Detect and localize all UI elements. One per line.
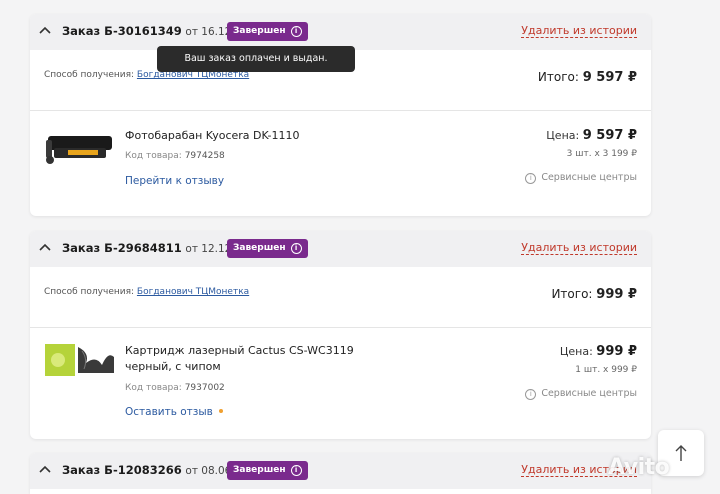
delivery-method: Способ получения: Богданович ТЦМонетка (44, 287, 250, 297)
product-code: Код товара: 7974258 (125, 151, 225, 161)
status-badge[interactable]: Завершен i (227, 461, 308, 480)
info-icon[interactable]: i (290, 26, 302, 37)
pickup-point-link[interactable]: Богданович ТЦМонетка (137, 287, 249, 297)
product-price: Цена: 999 ₽ (559, 344, 637, 359)
notification-dot (218, 409, 223, 413)
order-card: Заказ Б-30161349 от 16.12.2020 Завершен i… (30, 14, 651, 216)
product-quantity: 1 шт. х 999 ₽ (575, 365, 637, 375)
product-name[interactable]: Фотобарабан Kyocera DK-1110 (125, 128, 395, 144)
service-centers-link[interactable]: i Сервисные центры (525, 388, 637, 400)
arrow-up-icon (675, 445, 687, 461)
review-link[interactable]: Перейти к отзыву (125, 175, 224, 187)
remove-from-history-link[interactable]: Удалить из истории (521, 241, 637, 255)
status-badge[interactable]: Завершен i (227, 22, 308, 41)
order-header[interactable]: Заказ Б-30161349 от 16.12.2020 Завершен i… (30, 14, 651, 50)
review-link[interactable]: Оставить отзыв (125, 406, 223, 418)
product-name[interactable]: Картридж лазерный Cactus CS-WC3119 черны… (125, 343, 395, 375)
info-icon[interactable]: i (290, 243, 302, 254)
info-icon: i (525, 173, 537, 184)
chevron-up-icon[interactable] (39, 26, 51, 34)
product-quantity: 3 шт. х 3 199 ₽ (566, 149, 637, 159)
avito-watermark: Avito (608, 455, 670, 480)
info-icon: i (525, 389, 537, 400)
order-card: Заказ Б-29684811 от 12.12.2020 Завершен i… (30, 231, 651, 439)
order-header[interactable]: Заказ Б-29684811 от 12.12.2020 Завершен i… (30, 231, 651, 267)
order-total: Итого: 9 597 ₽ (537, 70, 637, 85)
product-price: Цена: 9 597 ₽ (546, 128, 637, 143)
product-image[interactable] (44, 128, 116, 168)
service-centers-link[interactable]: i Сервисные центры (525, 172, 637, 184)
info-icon[interactable]: i (290, 465, 302, 476)
order-header[interactable]: Заказ Б-12083266 от 08.06.2020 Завершен i… (30, 453, 651, 489)
status-tooltip: Ваш заказ оплачен и выдан. (157, 46, 355, 72)
order-total: Итого: 999 ₽ (551, 287, 637, 302)
remove-from-history-link[interactable]: Удалить из истории (521, 24, 637, 38)
delivery-row: Способ получения: Богданович ТЦМонетка И… (30, 267, 651, 328)
order-card: Заказ Б-12083266 от 08.06.2020 Завершен i… (30, 453, 651, 494)
product-image[interactable] (44, 343, 116, 377)
chevron-up-icon[interactable] (39, 243, 51, 251)
chevron-up-icon[interactable] (39, 465, 51, 473)
status-badge[interactable]: Завершен i (227, 239, 308, 258)
product-code: Код товара: 7937002 (125, 383, 225, 393)
